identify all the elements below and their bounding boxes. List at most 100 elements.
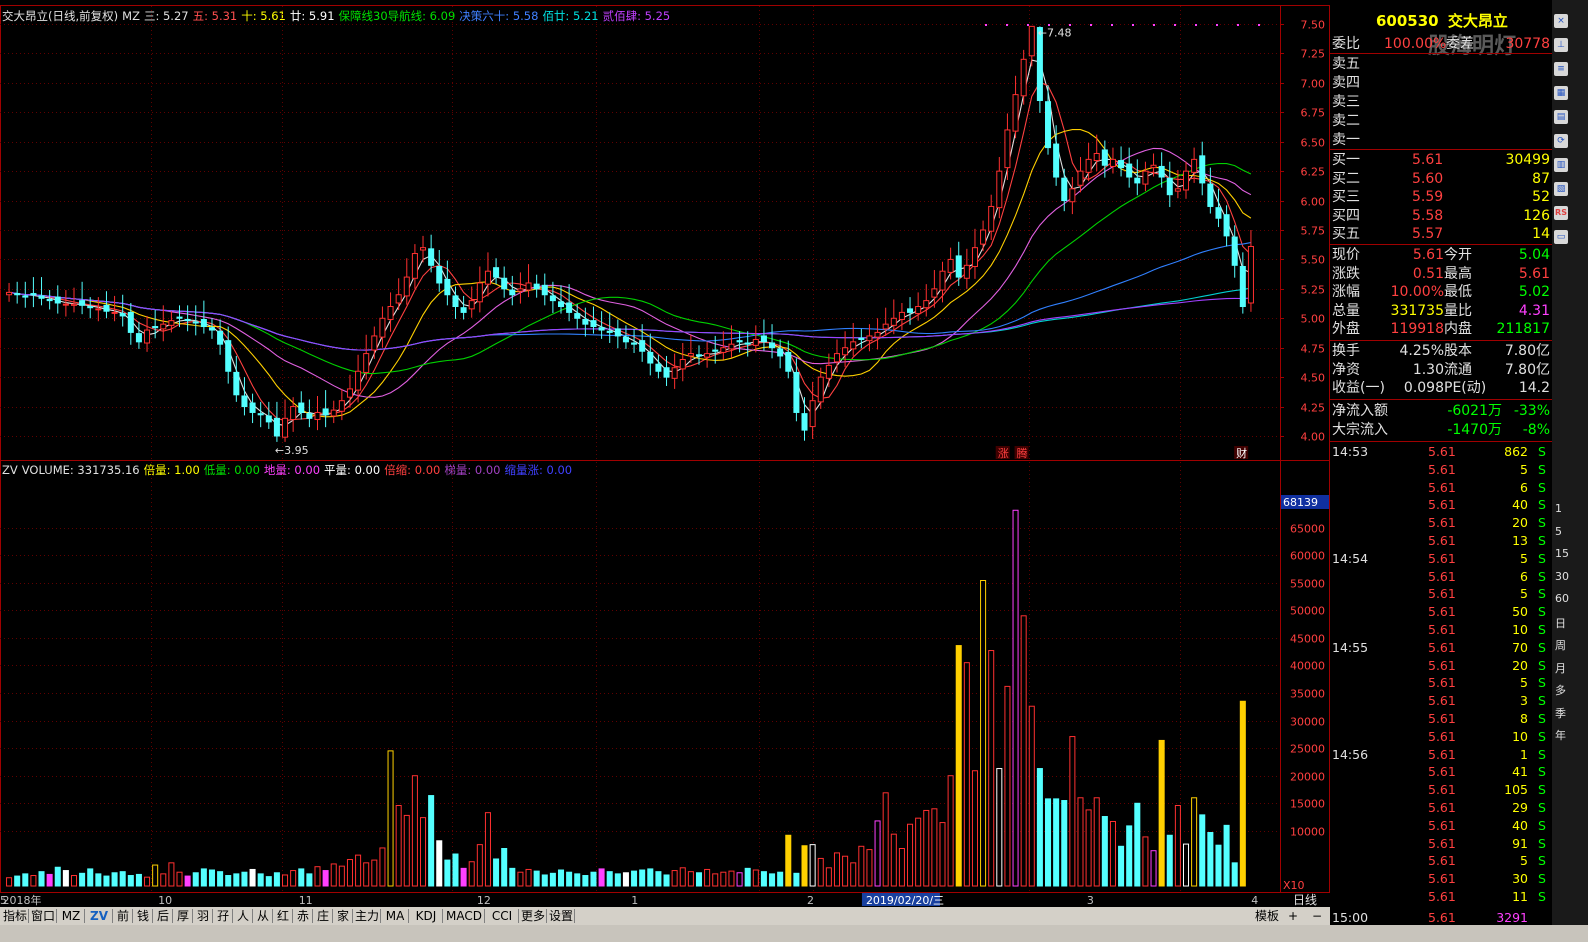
toolbar-divider	[84, 909, 85, 923]
toolbar-btn-mz[interactable]: MZ	[58, 908, 84, 924]
toolbar-btn-后[interactable]: 后	[154, 908, 172, 924]
volume-bar	[704, 868, 711, 887]
volume-bar	[866, 849, 873, 887]
kline-chart[interactable]: 7.50 7.25 7.00 6.75 6.50 6.25 6.00 5.75 5.50 5.25…	[0, 0, 1330, 920]
volume-bar	[70, 875, 78, 887]
period-月[interactable]: 月	[1555, 660, 1566, 676]
volume-bar	[1028, 705, 1035, 887]
volume-bar	[1045, 798, 1052, 887]
toolbar-btn-kdj[interactable]: KDJ	[410, 908, 442, 924]
volume-bars	[6, 509, 1246, 887]
candle-body	[695, 354, 703, 357]
tick-volume: 5	[1520, 461, 1528, 477]
pin-icon[interactable]: ⊥	[1554, 38, 1568, 52]
candle	[671, 353, 678, 389]
candle-body	[915, 306, 922, 315]
stat-value: 7.80亿	[1504, 343, 1550, 359]
close-icon[interactable]: ×	[1554, 14, 1568, 28]
template-button[interactable]: 模板	[1252, 908, 1282, 924]
list-icon[interactable]: ≡	[1554, 62, 1568, 76]
tick-direction: S	[1538, 871, 1546, 887]
candle-body	[87, 306, 94, 309]
toolbar-btn-羽[interactable]: 羽	[194, 908, 212, 924]
toolbar-btn-厚[interactable]: 厚	[174, 908, 192, 924]
tick-volume: 5	[1520, 853, 1528, 869]
volume-bar	[1093, 797, 1100, 887]
volume-bar	[290, 870, 297, 887]
toolbar-btn-macd[interactable]: MACD	[444, 908, 484, 924]
toolbar-btn-cci[interactable]: CCI	[486, 908, 518, 924]
toolbar-btn-人[interactable]: 人	[234, 908, 252, 924]
flow-label: 净流入额	[1332, 403, 1388, 419]
toolbar-btn-更多[interactable]: 更多	[520, 908, 546, 924]
tick-price: 5.61	[1428, 515, 1456, 531]
toolbar-btn-指标[interactable]: 指标	[2, 908, 28, 924]
toolbar-btn-红[interactable]: 红	[274, 908, 292, 924]
toolbar-btn-孖[interactable]: 孖	[214, 908, 232, 924]
period-周[interactable]: 周	[1555, 637, 1566, 653]
price-tick-label: 5.50	[1301, 254, 1326, 267]
candle-body	[1101, 149, 1108, 166]
zoom-in-button[interactable]: +	[1284, 908, 1302, 924]
period-季[interactable]: 季	[1555, 705, 1566, 721]
period-年[interactable]: 年	[1555, 727, 1566, 743]
candle	[184, 305, 191, 332]
candle	[980, 220, 987, 252]
tick-volume: 13	[1512, 533, 1528, 548]
candle	[509, 275, 516, 306]
toolbar-btn-钱[interactable]: 钱	[134, 908, 152, 924]
volume-bar	[971, 770, 978, 887]
price-tick-label: 4.75	[1301, 343, 1326, 356]
period-多[interactable]: 多	[1555, 682, 1566, 698]
candle-body	[1215, 207, 1222, 219]
toolbar-btn-从[interactable]: 从	[254, 908, 272, 924]
ma-line-3	[9, 59, 1252, 426]
toolbar-btn-设置[interactable]: 设置	[548, 908, 574, 924]
toolbar-divider	[574, 909, 575, 923]
toolbar-btn-前[interactable]: 前	[114, 908, 132, 924]
doc-icon[interactable]: ▭	[1554, 230, 1568, 244]
tick-price: 5.61	[1428, 461, 1456, 477]
volume-tick-label: 65000	[1290, 523, 1325, 536]
volume-bar	[631, 870, 638, 887]
volume-bar	[62, 870, 69, 887]
volume-bar	[1174, 804, 1181, 887]
candle-body	[62, 303, 69, 306]
candle-body	[663, 367, 670, 378]
volume-bar	[525, 868, 532, 887]
candle	[1191, 147, 1198, 183]
candle	[541, 273, 548, 306]
toolbar-btn-主力[interactable]: 主力	[354, 908, 380, 924]
toolbar-btn-zv[interactable]: ZV	[86, 908, 112, 924]
zoom-out-button[interactable]: −	[1308, 908, 1326, 924]
volume-bar	[452, 853, 459, 887]
candle-body	[793, 371, 800, 413]
candle-body	[379, 317, 386, 338]
rss-icon[interactable]: RS	[1554, 206, 1568, 220]
candle-body	[135, 333, 142, 343]
period-15[interactable]: 15	[1555, 547, 1569, 560]
candle-body	[760, 335, 767, 343]
chart-icon[interactable]: ▤	[1554, 110, 1568, 124]
volume-bar	[541, 874, 548, 887]
period-5[interactable]: 5	[1555, 525, 1562, 538]
period-1[interactable]: 1	[1555, 502, 1562, 515]
toolbar-btn-窗口[interactable]: 窗口	[30, 908, 56, 924]
candle-body	[639, 340, 646, 352]
candle	[468, 286, 475, 318]
grid-icon[interactable]: ▦	[1554, 86, 1568, 100]
volume-bar	[785, 834, 792, 887]
period-30[interactable]: 30	[1555, 570, 1569, 583]
period-60[interactable]: 60	[1555, 592, 1569, 605]
grid2-icon[interactable]: ▧	[1554, 182, 1568, 196]
toolbar-btn-家[interactable]: 家	[334, 908, 352, 924]
refresh-icon[interactable]: ⟳	[1554, 134, 1568, 148]
candle-body	[176, 316, 183, 319]
table-icon[interactable]: ▥	[1554, 158, 1568, 172]
toolbar-btn-赤[interactable]: 赤	[294, 908, 312, 924]
tick-direction: S	[1538, 639, 1546, 655]
toolbar-btn-庄[interactable]: 庄	[314, 908, 332, 924]
period-日[interactable]: 日	[1555, 615, 1566, 631]
volume-bar	[144, 876, 151, 887]
toolbar-btn-ma[interactable]: MA	[382, 908, 408, 924]
